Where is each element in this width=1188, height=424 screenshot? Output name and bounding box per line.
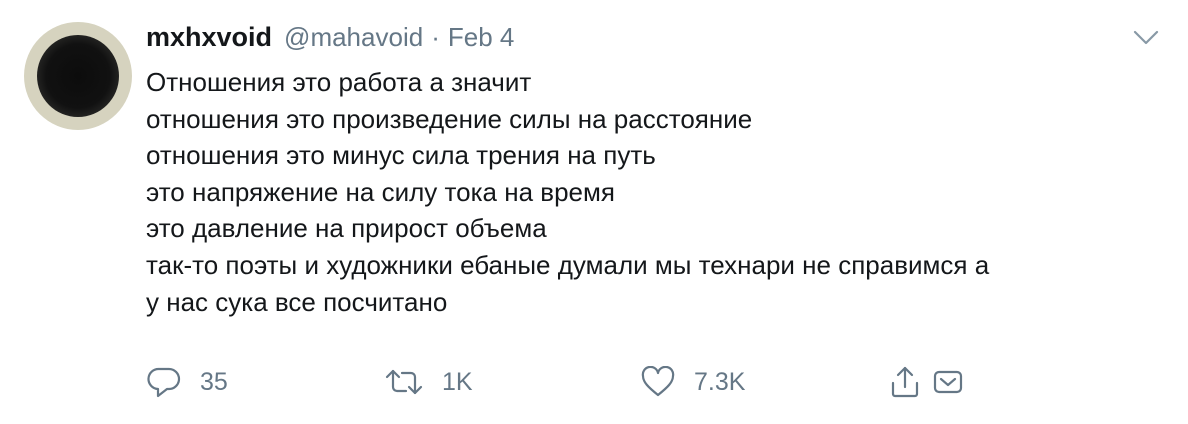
direct-message-button[interactable]	[932, 362, 964, 402]
tweet-text-line: отношения это минус сила трения на путь	[146, 140, 656, 171]
reply-count: 35	[200, 367, 228, 396]
tweet-text-line: отношения это произведение силы на расст…	[146, 103, 753, 134]
tweet-text-line: так-то поэты и художники ебаные думали м…	[146, 249, 990, 280]
avatar[interactable]	[24, 22, 132, 130]
retweet-count: 1K	[442, 367, 473, 396]
chevron-down-icon[interactable]	[1131, 28, 1161, 48]
share-button[interactable]	[888, 362, 922, 402]
retweet-icon	[384, 366, 424, 398]
tweet-text-line: это напряжение на силу тока на время	[146, 176, 615, 207]
reply-button[interactable]: 35	[146, 362, 228, 402]
tweet-text-line: у нас сука все посчитано	[146, 286, 448, 317]
reply-icon	[146, 365, 182, 399]
retweet-button[interactable]: 1K	[384, 362, 473, 402]
tweet-text-line: это давление на прирост объема	[146, 213, 547, 244]
tweet-text: Отношения это работа а значит отношения …	[146, 64, 1166, 320]
like-count: 7.3K	[694, 367, 746, 396]
header-separator: ·	[431, 22, 440, 52]
tweet-actions: 35 1K 7.3K	[0, 362, 1188, 402]
tweet-header: mxhxvoid @mahavoid · Feb 4	[146, 22, 514, 62]
author-name[interactable]: mxhxvoid	[146, 22, 272, 53]
tweet-date[interactable]: Feb 4	[448, 22, 515, 53]
like-button[interactable]: 7.3K	[640, 362, 745, 402]
author-handle[interactable]: @mahavoid	[284, 22, 423, 53]
heart-icon	[640, 366, 676, 398]
avatar-image	[37, 35, 119, 117]
share-icon	[888, 365, 922, 399]
tweet-text-line: Отношения это работа а значит	[146, 67, 532, 97]
direct-message-icon	[932, 367, 964, 397]
tweet-card[interactable]: mxhxvoid @mahavoid · Feb 4 Отношения это…	[0, 0, 1188, 424]
